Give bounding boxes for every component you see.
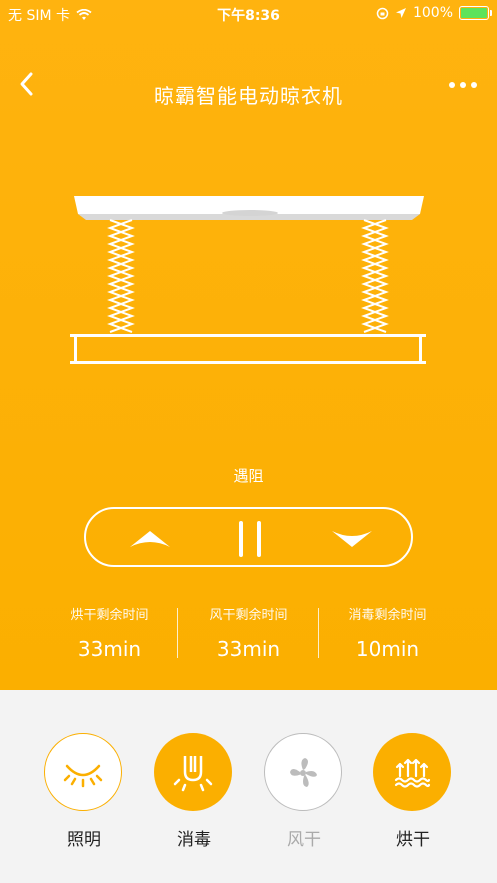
device-panel: 无 SIM 卡 下午8:36 100% 晾霸智能电动晾衣机 遇阻 烘干剩余时间 …: [0, 0, 497, 690]
timer-value: 33min: [77, 637, 142, 661]
orientation-lock-icon: [376, 7, 389, 19]
uv-disinfect-icon: [173, 756, 213, 792]
battery-icon: [459, 6, 492, 20]
timer-air-dry: 风干剩余时间 33min: [179, 604, 318, 664]
function-label: 风干: [287, 830, 321, 850]
page-title: 晾霸智能电动晾衣机: [154, 84, 343, 108]
function-heat-dry[interactable]: 烘干: [373, 733, 453, 850]
more-dots-icon: [449, 82, 477, 88]
location-icon: [395, 8, 406, 18]
timer-heat-dry: 烘干剩余时间 33min: [40, 604, 179, 664]
timer-value: 33min: [216, 637, 281, 661]
raise-button[interactable]: [120, 519, 180, 559]
function-label: 消毒: [177, 830, 211, 850]
timer-label: 烘干剩余时间: [70, 608, 149, 623]
function-disinfect[interactable]: 消毒: [154, 733, 234, 850]
more-button[interactable]: [445, 72, 481, 98]
arrow-down-icon: [332, 531, 372, 547]
remaining-timers: 烘干剩余时间 33min 风干剩余时间 33min 消毒剩余时间 10min: [40, 604, 457, 664]
air-dry-button[interactable]: [264, 733, 342, 811]
drying-rack-illustration: [70, 196, 426, 364]
timer-value: 10min: [355, 637, 420, 661]
function-label: 烘干: [396, 830, 430, 850]
function-label: 照明: [67, 830, 101, 850]
timer-disinfect: 消毒剩余时间 10min: [318, 604, 457, 664]
heat-dry-button[interactable]: [373, 733, 451, 811]
pause-icon: [239, 521, 261, 557]
battery-percent: 100%: [412, 5, 453, 21]
light-button[interactable]: [44, 733, 122, 811]
lower-button[interactable]: [322, 519, 382, 559]
device-status: 遇阻: [233, 467, 264, 485]
light-icon: [63, 764, 103, 788]
function-air-dry[interactable]: 风干: [264, 733, 344, 850]
fan-icon: [290, 758, 317, 787]
status-bar: 无 SIM 卡 下午8:36 100%: [0, 0, 497, 26]
header: 晾霸智能电动晾衣机: [0, 72, 497, 112]
timer-label: 风干剩余时间: [209, 608, 288, 623]
function-panel: 照明 消毒 风干 烘干: [0, 690, 497, 883]
disinfect-button[interactable]: [154, 733, 232, 811]
motion-control-bar: [84, 507, 413, 567]
heat-dry-icon: [394, 758, 431, 788]
pause-button[interactable]: [220, 519, 280, 559]
arrow-up-icon: [130, 531, 170, 547]
timer-divider: [177, 608, 178, 658]
function-light[interactable]: 照明: [44, 733, 124, 850]
timer-divider: [318, 608, 319, 658]
timer-label: 消毒剩余时间: [348, 608, 427, 623]
